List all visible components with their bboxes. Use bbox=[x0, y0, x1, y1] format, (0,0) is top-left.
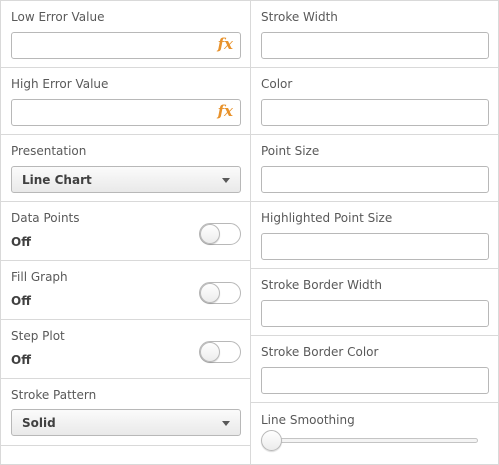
line-smoothing-slider-thumb[interactable] bbox=[261, 430, 282, 451]
stroke-border-color-label: Stroke Border Color bbox=[261, 345, 379, 359]
stroke-border-width-label: Stroke Border Width bbox=[261, 278, 382, 292]
toggle-knob bbox=[200, 283, 220, 303]
caret-down-icon bbox=[222, 178, 230, 183]
stroke-pattern-selected-value: Solid bbox=[22, 416, 56, 430]
step-plot-toggle[interactable] bbox=[199, 341, 241, 363]
fill-graph-state: Off bbox=[11, 294, 31, 308]
low-error-value-input[interactable] bbox=[11, 32, 241, 59]
presentation-selected-value: Line Chart bbox=[22, 173, 92, 187]
properties-panel: Low Error Value fx High Error Value fx P… bbox=[0, 0, 499, 465]
right-column: Stroke Width Color Point Size Highlighte… bbox=[250, 1, 498, 464]
fill-graph-section: Fill Graph Off bbox=[1, 261, 250, 320]
color-label: Color bbox=[261, 77, 293, 91]
step-plot-section: Step Plot Off bbox=[1, 320, 250, 379]
stroke-width-input[interactable] bbox=[261, 32, 489, 59]
color-section: Color bbox=[251, 68, 498, 135]
step-plot-label: Step Plot bbox=[11, 329, 65, 343]
high-error-value-label: High Error Value bbox=[11, 77, 109, 91]
fill-graph-label: Fill Graph bbox=[11, 270, 68, 284]
line-smoothing-label: Line Smoothing bbox=[261, 413, 355, 427]
presentation-section: Presentation Line Chart bbox=[1, 135, 250, 202]
high-error-value-section: High Error Value fx bbox=[1, 68, 250, 135]
expression-fx-icon[interactable]: fx bbox=[218, 102, 233, 120]
stroke-width-label: Stroke Width bbox=[261, 10, 338, 24]
stroke-border-color-input[interactable] bbox=[261, 367, 489, 394]
low-error-value-section: Low Error Value fx bbox=[1, 1, 250, 68]
high-error-value-input[interactable] bbox=[11, 99, 241, 126]
data-points-toggle[interactable] bbox=[199, 223, 241, 245]
data-points-label: Data Points bbox=[11, 211, 80, 225]
stroke-pattern-section: Stroke Pattern Solid bbox=[1, 379, 250, 446]
toggle-knob bbox=[200, 342, 220, 362]
stroke-pattern-label: Stroke Pattern bbox=[11, 388, 97, 402]
step-plot-state: Off bbox=[11, 353, 31, 367]
point-size-label: Point Size bbox=[261, 144, 320, 158]
stroke-border-width-section: Stroke Border Width bbox=[251, 269, 498, 336]
highlighted-point-size-section: Highlighted Point Size bbox=[251, 202, 498, 269]
color-input[interactable] bbox=[261, 99, 489, 126]
highlighted-point-size-input[interactable] bbox=[261, 233, 489, 260]
highlighted-point-size-label: Highlighted Point Size bbox=[261, 211, 393, 225]
expression-fx-icon[interactable]: fx bbox=[218, 35, 233, 53]
point-size-input[interactable] bbox=[261, 166, 489, 193]
presentation-label: Presentation bbox=[11, 144, 87, 158]
stroke-pattern-select[interactable]: Solid bbox=[11, 409, 241, 436]
presentation-select[interactable]: Line Chart bbox=[11, 166, 241, 193]
data-points-section: Data Points Off bbox=[1, 202, 250, 261]
stroke-border-color-section: Stroke Border Color bbox=[251, 336, 498, 403]
caret-down-icon bbox=[222, 421, 230, 426]
left-column: Low Error Value fx High Error Value fx P… bbox=[1, 1, 250, 464]
line-smoothing-section: Line Smoothing bbox=[251, 403, 498, 464]
stroke-border-width-input[interactable] bbox=[261, 300, 489, 327]
data-points-state: Off bbox=[11, 235, 31, 249]
line-smoothing-slider-track[interactable] bbox=[263, 438, 478, 443]
point-size-section: Point Size bbox=[251, 135, 498, 202]
fill-graph-toggle[interactable] bbox=[199, 282, 241, 304]
stroke-width-section: Stroke Width bbox=[251, 1, 498, 68]
low-error-value-label: Low Error Value bbox=[11, 10, 105, 24]
toggle-knob bbox=[200, 224, 220, 244]
